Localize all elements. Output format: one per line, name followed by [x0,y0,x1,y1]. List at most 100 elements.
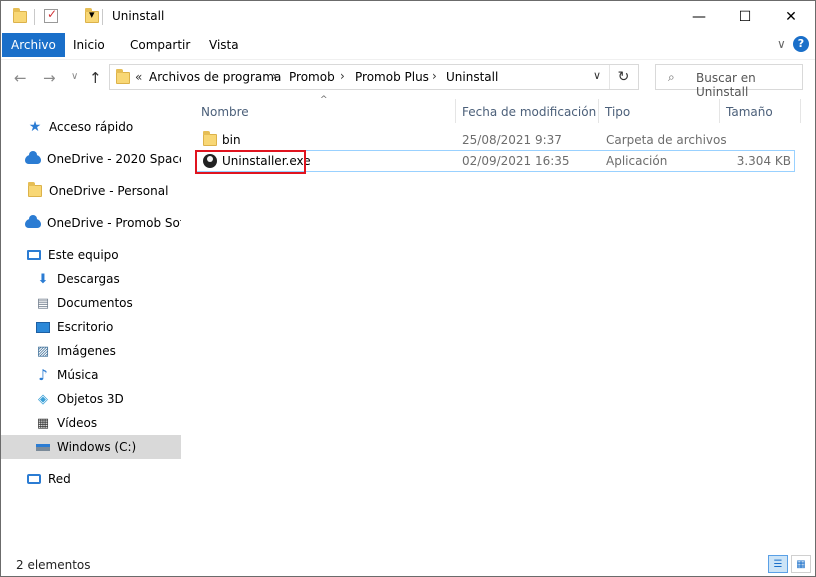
column-divider[interactable] [598,99,599,123]
recent-locations-dropdown[interactable]: ∨ [71,71,78,82]
column-header-size[interactable]: Tamaño [726,105,773,119]
file-modified: 25/08/2021 9:37 [462,133,562,147]
qa-separator [34,9,35,25]
nav-item-label: OneDrive - Personal [49,184,169,198]
folder-icon [116,69,130,84]
desktop-icon [35,319,51,335]
folder-icon [203,131,217,146]
tab-archivo[interactable]: Archivo [2,33,65,57]
column-divider[interactable] [455,99,456,123]
nav-item-quick-access[interactable]: ★ Acceso rápido [1,115,181,139]
nav-item-label: Este equipo [48,248,119,262]
nav-item-label: Acceso rápido [49,120,134,134]
computer-icon [26,247,42,263]
window-title: Uninstall [112,9,165,23]
column-header-date[interactable]: Fecha de modificación [462,105,596,119]
title-bar: ✓ ▾ Uninstall — ☐ ✕ [1,1,815,33]
column-divider[interactable] [719,99,720,123]
ribbon-collapse-button[interactable]: ∨ [777,37,786,51]
address-row: ← → ∨ ↑ « Archivos de programa › Promob … [1,59,815,99]
nav-item-label: OneDrive - 2020 Spaces [47,152,181,166]
breadcrumb-overflow[interactable]: « [135,70,142,84]
search-icon: ⌕ [668,70,675,84]
file-size: 3.304 KB [736,154,791,168]
minimize-button[interactable]: — [676,1,722,33]
nav-item-label: OneDrive - Promob Softw [47,216,181,230]
breadcrumb-separator[interactable]: › [432,69,437,83]
sort-ascending-icon: ^ [320,95,328,105]
help-icon[interactable]: ? [793,36,809,52]
tab-inicio[interactable]: Inicio [64,33,114,57]
nav-item-label: Descargas [57,272,120,286]
nav-item-pictures[interactable]: ▨ Imágenes [1,339,181,363]
nav-item-documents[interactable]: ▤ Documentos [1,291,181,315]
breadcrumb-item[interactable]: Uninstall [446,70,498,84]
tab-vista[interactable]: Vista [200,33,248,57]
nav-item-onedrive-promob[interactable]: OneDrive - Promob Softw [1,211,181,235]
nav-item-label: Windows (C:) [57,440,137,454]
nav-item-label: Música [57,368,99,382]
nav-item-videos[interactable]: ▦ Vídeos [1,411,181,435]
file-name: bin [222,133,241,147]
file-list: ^ Nombre Fecha de modificación Tipo Tama… [184,95,815,550]
nav-item-onedrive-2020-spaces[interactable]: OneDrive - 2020 Spaces [1,147,181,171]
address-dropdown-button[interactable]: ∨ [593,69,601,82]
folder-icon [28,182,42,197]
nav-item-3d-objects[interactable]: ◈ Objetos 3D [1,387,181,411]
drive-icon [35,439,51,455]
refresh-button[interactable]: ↻ [609,65,637,89]
file-modified: 02/09/2021 16:35 [462,154,570,168]
star-icon: ★ [28,119,42,135]
file-row-bin[interactable]: bin 25/08/2021 9:37 Carpeta de archivos [196,129,795,151]
music-icon: ♪ [38,366,48,384]
file-type: Carpeta de archivos [606,133,727,147]
up-button[interactable]: ↑ [89,69,102,87]
nav-item-onedrive-personal[interactable]: OneDrive - Personal [1,179,181,203]
nav-item-label: Vídeos [57,416,98,430]
pictures-icon: ▨ [36,343,50,359]
column-header-name[interactable]: Nombre [201,105,249,119]
cloud-icon [25,214,41,228]
nav-item-network[interactable]: Red [1,467,181,491]
qa-customize-dropdown[interactable]: ▾ [89,8,95,24]
ribbon-tabs: Archivo Inicio Compartir Vista ∨ ? [1,33,815,57]
back-button[interactable]: ← [14,69,27,87]
column-divider[interactable] [800,99,801,123]
forward-button[interactable]: → [43,69,56,87]
highlight-annotation-box [195,150,306,174]
navigation-pane: ★ Acceso rápido OneDrive - 2020 Spaces O… [1,95,181,550]
video-icon: ▦ [36,415,50,431]
breadcrumb-item[interactable]: Archivos de programa [149,70,281,84]
breadcrumb-separator[interactable]: › [340,69,345,83]
close-button[interactable]: ✕ [768,1,814,33]
folder-icon [13,8,27,23]
document-icon: ▤ [36,295,50,311]
file-explorer-window: ✓ ▾ Uninstall — ☐ ✕ Archivo Inicio Compa… [0,0,816,577]
nav-item-windows-c[interactable]: Windows (C:) [1,435,181,459]
qa-separator [102,9,103,25]
large-icons-view-button[interactable]: ▦ [791,555,811,573]
file-type: Aplicación [606,154,668,168]
cloud-icon [25,150,41,164]
tab-compartir[interactable]: Compartir [121,33,199,57]
download-icon: ⬇ [37,271,49,287]
nav-item-music[interactable]: ♪ Música [1,363,181,387]
nav-item-downloads[interactable]: ⬇ Descargas [1,267,181,291]
address-bar[interactable]: « Archivos de programa › Promob › Promob… [109,64,639,90]
nav-item-desktop[interactable]: Escritorio [1,315,181,339]
search-box[interactable]: ⌕ Buscar en Uninstall [655,64,803,99]
breadcrumb-item[interactable]: Promob [289,70,335,84]
breadcrumb-item[interactable]: Promob Plus [355,70,429,84]
details-view-button[interactable]: ☰ [768,555,788,573]
properties-check-icon[interactable]: ✓ [44,7,58,23]
status-bar: 2 elementos ☰ ▦ [1,550,815,576]
breadcrumb-separator[interactable]: › [272,69,277,83]
nav-item-label: Imágenes [57,344,116,358]
nav-item-label: Escritorio [57,320,114,334]
maximize-button[interactable]: ☐ [722,1,768,33]
column-header-type[interactable]: Tipo [605,105,630,119]
network-icon [26,471,42,487]
nav-item-label: Documentos [57,296,133,310]
nav-item-label: Red [48,472,71,486]
nav-item-this-pc[interactable]: Este equipo [1,243,181,267]
